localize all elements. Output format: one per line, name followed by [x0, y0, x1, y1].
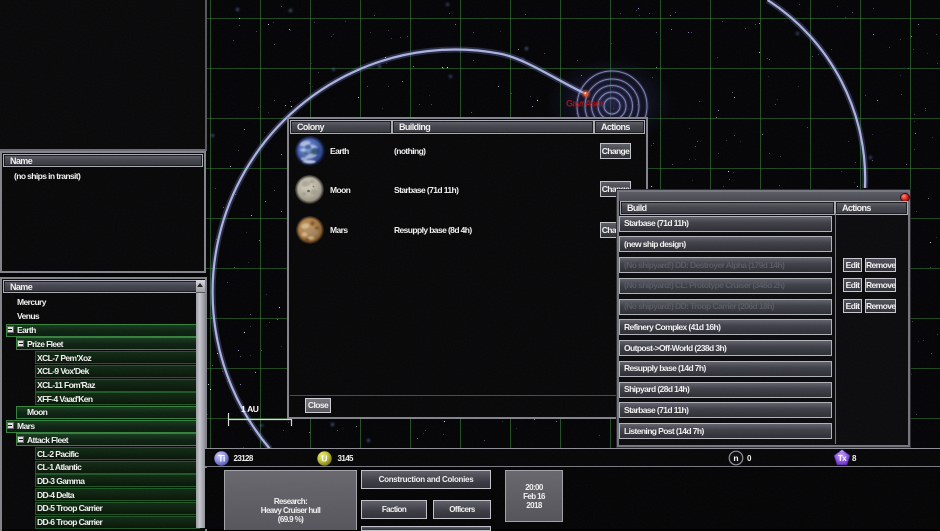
svg-text:n: n — [733, 453, 738, 463]
svg-text:Gavr Asdr: Gavr Asdr — [566, 99, 604, 109]
svg-text:U: U — [321, 453, 327, 463]
svg-text:Ti: Ti — [218, 453, 225, 463]
svg-text:1 AU: 1 AU — [241, 404, 259, 414]
svg-text:Tx: Tx — [838, 454, 847, 463]
